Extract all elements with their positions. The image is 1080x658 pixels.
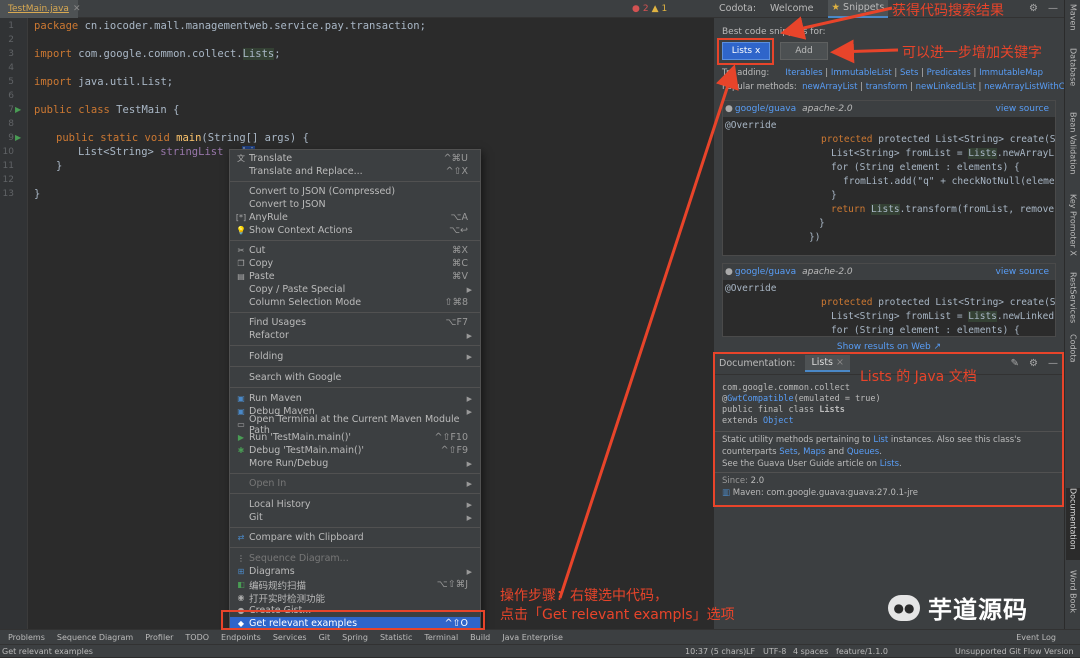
annotation-steps-2: 点击「Get relevant exampls」选项 [500,607,735,623]
annotation-search-results: 获得代码搜索结果 [892,3,1004,19]
arrow-to-results [780,6,893,40]
watermark-text: 芋道源码 [928,596,1028,624]
watermark: ●● 芋道源码 [888,590,1028,625]
arrow-to-add [830,39,899,64]
annotation-steps-1: 操作步骤：右键选中代码， [500,588,668,604]
annotation-lists-doc: Lists 的 Java 文档 [860,369,977,385]
wechat-icon: ●● [888,594,920,621]
annotation-add-keyword: 可以进一步增加关键字 [902,45,1042,61]
annotation-arrows [558,6,899,599]
arrow-to-chip [558,64,739,599]
